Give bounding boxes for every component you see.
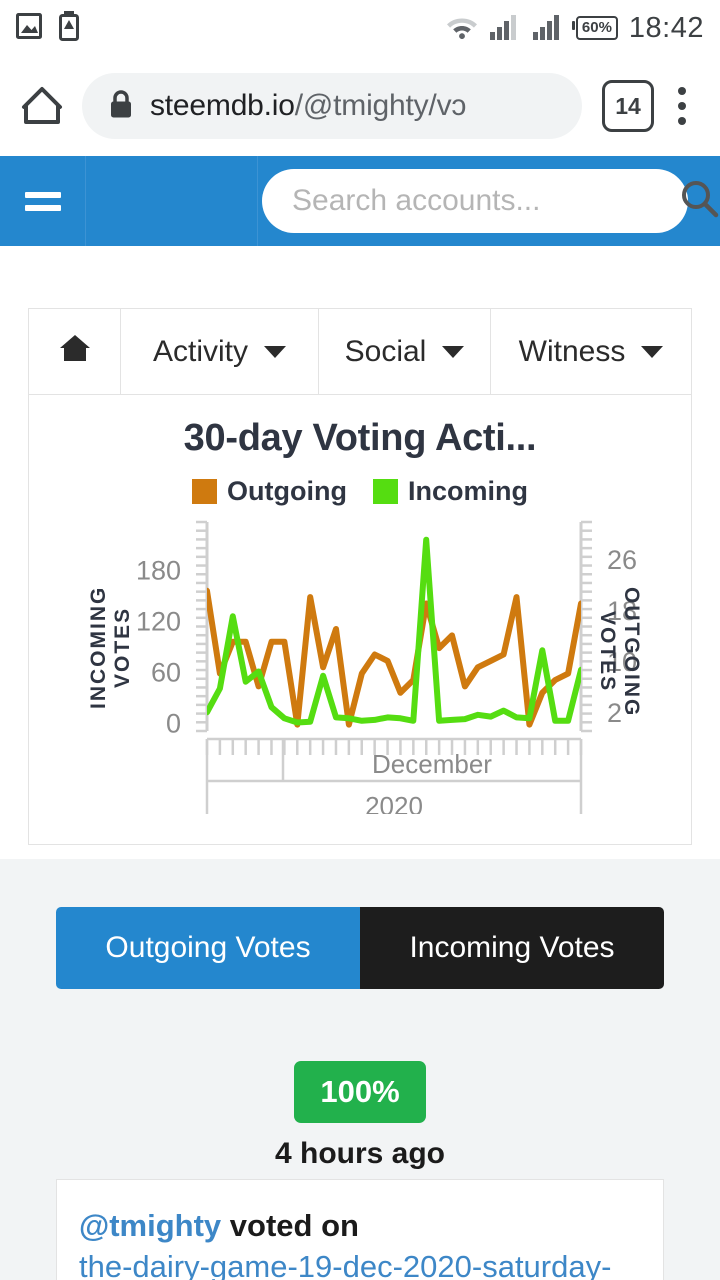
tab-social[interactable]: Social [319,309,491,394]
chart-legend: Outgoing Incoming [29,476,691,507]
lock-icon [108,89,134,124]
search-icon[interactable] [678,178,720,225]
vote-timestamp: 4 hours ago [0,1137,720,1171]
tab-witness[interactable]: Witness [491,309,691,394]
image-icon [16,12,42,45]
vote-permlink-link[interactable]: the-dairy-game-19-dec-2020-saturday-alwa… [79,1249,611,1280]
legend-swatch-incoming [373,479,398,504]
legend-label-incoming: Incoming [408,476,528,507]
tab-social-label: Social [345,335,427,369]
status-badge: 100% [294,1061,425,1123]
legend-swatch-outgoing [192,479,217,504]
svg-text:120: 120 [136,607,181,637]
battery-percent-badge: 60% [576,16,618,40]
voting-activity-chart: 30-day Voting Acti... Outgoing Incoming … [29,395,691,844]
y-axis-right-label: OUTGOING VOTES [595,547,643,757]
vote-weight-wrap: 100% [0,1061,720,1123]
svg-text:60: 60 [151,658,181,688]
vote-voter-link[interactable]: @tmighty [79,1208,221,1243]
svg-text:2020: 2020 [365,791,423,814]
home-icon [59,333,91,371]
tab-witness-label: Witness [519,335,626,369]
wifi-icon [445,12,479,44]
profile-tabs: Activity Social Witness [29,309,691,395]
tab-activity[interactable]: Activity [121,309,319,394]
svg-text:December: December [372,749,492,779]
legend-label-outgoing: Outgoing [227,476,347,507]
vote-action-text: voted on [230,1208,359,1243]
tab-home[interactable] [29,309,121,394]
search-box[interactable] [262,169,688,233]
battery-alert-icon [58,11,80,46]
tab-switcher-icon[interactable]: 14 [602,80,654,132]
votes-toggle-group: Outgoing Votes Incoming Votes [56,907,664,989]
profile-card: Activity Social Witness 30-day Voting Ac… [28,308,692,845]
signal-icon [490,12,522,45]
chevron-down-icon [641,346,663,358]
url-text: steemdb.io/@tmighty/vɔ [150,89,466,123]
tab-activity-label: Activity [153,335,248,369]
overflow-menu-icon[interactable] [660,80,704,132]
android-status-bar: 60% 18:42 [0,0,720,56]
search-input[interactable] [292,184,678,218]
url-bar[interactable]: steemdb.io/@tmighty/vɔ [82,73,582,139]
legend-item-outgoing[interactable]: Outgoing [192,476,347,507]
navbar-brand-slot [86,156,258,246]
signal-icon [533,12,565,45]
segment-outgoing-votes[interactable]: Outgoing Votes [56,907,360,989]
vote-list-item: @tmighty voted on the-dairy-game-19-dec-… [56,1179,664,1280]
chart-title: 30-day Voting Acti... [29,417,691,460]
site-navbar [0,156,720,246]
y-axis-left-label: INCOMING VOTES [87,547,135,747]
votes-section: Outgoing Votes Incoming Votes 100% 4 hou… [0,859,720,1280]
chevron-down-icon [264,346,286,358]
url-path: /@tmighty/vɔ [295,89,466,122]
svg-text:0: 0 [166,709,181,739]
page-content: Activity Social Witness 30-day Voting Ac… [0,246,720,1280]
segment-incoming-votes[interactable]: Incoming Votes [360,907,664,989]
browser-toolbar: steemdb.io/@tmighty/vɔ 14 [0,56,720,156]
home-icon[interactable] [16,80,68,132]
clock: 18:42 [629,12,704,45]
chart-plot-area: INCOMING VOTES OUTGOING VOTES 0 60 120 180 2… [29,519,691,814]
url-domain: steemdb.io [150,89,295,122]
svg-text:180: 180 [136,556,181,586]
legend-item-incoming[interactable]: Incoming [373,476,528,507]
chevron-down-icon [442,346,464,358]
hamburger-icon[interactable] [0,156,86,246]
